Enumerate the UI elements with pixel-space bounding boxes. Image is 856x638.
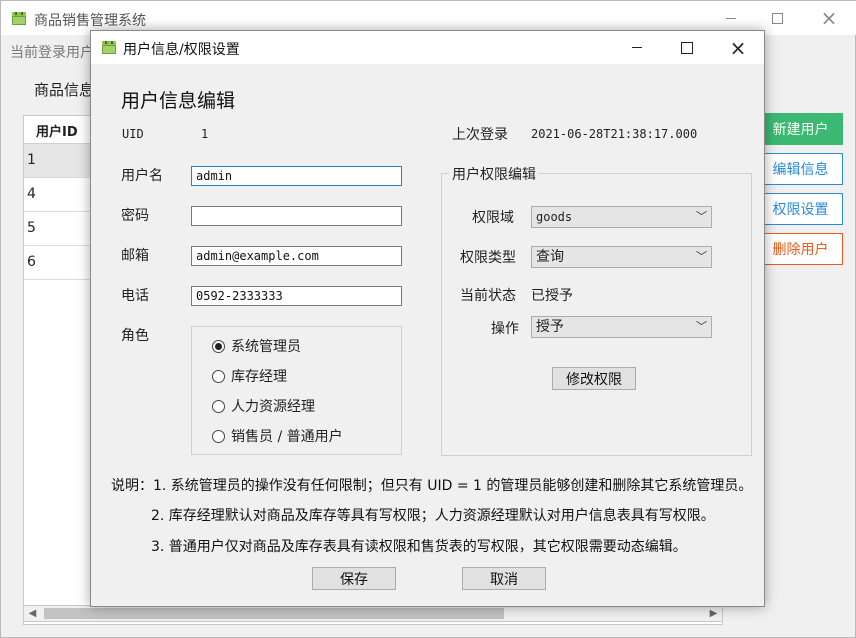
scroll-left-icon[interactable]: ◀ [24,606,41,621]
perm-domain-value: goods [536,210,573,224]
perm-type-select[interactable]: 查询 ﹀ [531,246,712,268]
role-option-label: 销售员 / 普通用户 [231,429,343,445]
username-input[interactable]: admin [191,166,402,186]
modify-permission-button[interactable]: 修改权限 [552,367,636,390]
note-line-1: 说明：1. 系统管理员的操作没有任何限制；但只有 UID = 1 的管理员能够创… [111,478,753,494]
perm-domain-label: 权限域 [472,210,514,226]
uid-value: 1 [201,127,209,141]
email-label: 邮箱 [121,248,149,264]
current-state-value: 已授予 [531,288,573,304]
new-user-button[interactable]: 新建用户 [758,113,843,145]
operation-value: 授予 [536,319,564,335]
dialog-title: 用户信息/权限设置 [123,42,240,58]
perm-type-value: 查询 [536,249,564,265]
radio-unchecked-icon[interactable] [212,369,225,383]
permission-group-title: 用户权限编辑 [449,164,539,184]
permission-settings-button[interactable]: 权限设置 [758,193,843,225]
horizontal-scrollbar[interactable]: ◀ ▶ [23,605,723,622]
perm-type-label: 权限类型 [460,250,516,266]
current-state-label: 当前状态 [460,288,516,304]
role-option-label: 系统管理员 [231,339,301,355]
role-option-inventory-manager[interactable]: 库存经理 [212,366,287,386]
role-label: 角色 [121,328,149,344]
operation-select[interactable]: 授予 ﹀ [531,316,712,338]
save-button[interactable]: 保存 [312,567,396,590]
password-input[interactable] [191,206,402,226]
chevron-down-icon: ﹀ [696,320,707,333]
username-label: 用户名 [121,168,163,184]
table-cell: 4 [27,186,36,202]
uid-label: UID [122,127,144,141]
scrollbar-thumb[interactable] [44,608,504,619]
dialog-heading: 用户信息编辑 [121,90,236,112]
email-input[interactable]: admin@example.com [191,246,402,266]
role-option-label: 库存经理 [231,369,287,385]
scroll-right-icon[interactable]: ▶ [705,606,722,621]
dialog-app-icon [102,41,116,54]
main-window-title: 商品销售管理系统 [34,13,146,29]
role-option-hr-manager[interactable]: 人力资源经理 [212,396,315,416]
app-icon [12,12,26,25]
dialog-maximize-button[interactable] [662,31,712,64]
table-cell: 5 [27,220,36,236]
user-permission-dialog: 用户信息/权限设置 × 用户信息编辑 UID 1 上次登录 2021-06-28… [90,30,765,607]
edit-info-button[interactable]: 编辑信息 [758,153,843,185]
dialog-close-button[interactable]: × [713,31,763,64]
role-option-system-admin[interactable]: 系统管理员 [212,336,301,356]
table-cell: 6 [27,254,36,270]
dialog-minimize-button[interactable] [612,31,662,64]
phone-input[interactable]: 0592-2333333 [191,286,402,306]
chevron-down-icon: ﹀ [696,250,707,263]
radio-unchecked-icon[interactable] [212,399,225,413]
column-header-user-id[interactable]: 用户ID [36,121,78,140]
phone-label: 电话 [121,288,149,304]
current-user-label: 当前登录用户 [10,45,94,61]
note-line-2: 2. 库存经理默认对商品及库存等具有写权限；人力资源经理默认对用户信息表具有写权… [151,508,715,524]
chevron-down-icon: ﹀ [696,210,707,223]
operation-label: 操作 [491,321,519,337]
dialog-titlebar: 用户信息/权限设置 × [91,31,764,64]
note-line-3: 3. 普通用户仅对商品及库存表具有读权限和售货表的写权限，其它权限需要动态编辑。 [151,539,687,555]
role-group: 系统管理员 库存经理 人力资源经理 销售员 / 普通用户 [191,326,402,455]
last-login-label: 上次登录 [452,127,508,143]
role-option-sales[interactable]: 销售员 / 普通用户 [212,426,343,446]
section-title: 商品信息 [34,81,95,99]
last-login-value: 2021-06-28T21:38:17.000 [531,127,698,141]
delete-user-button[interactable]: 删除用户 [758,233,843,265]
radio-unchecked-icon[interactable] [212,429,225,443]
perm-domain-select[interactable]: goods ﹀ [531,206,712,228]
password-label: 密码 [121,208,149,224]
radio-checked-icon[interactable] [212,339,225,353]
cancel-button[interactable]: 取消 [462,567,546,590]
main-close-button[interactable]: × [806,1,852,35]
role-option-label: 人力资源经理 [231,399,315,415]
table-cell: 1 [27,152,36,168]
